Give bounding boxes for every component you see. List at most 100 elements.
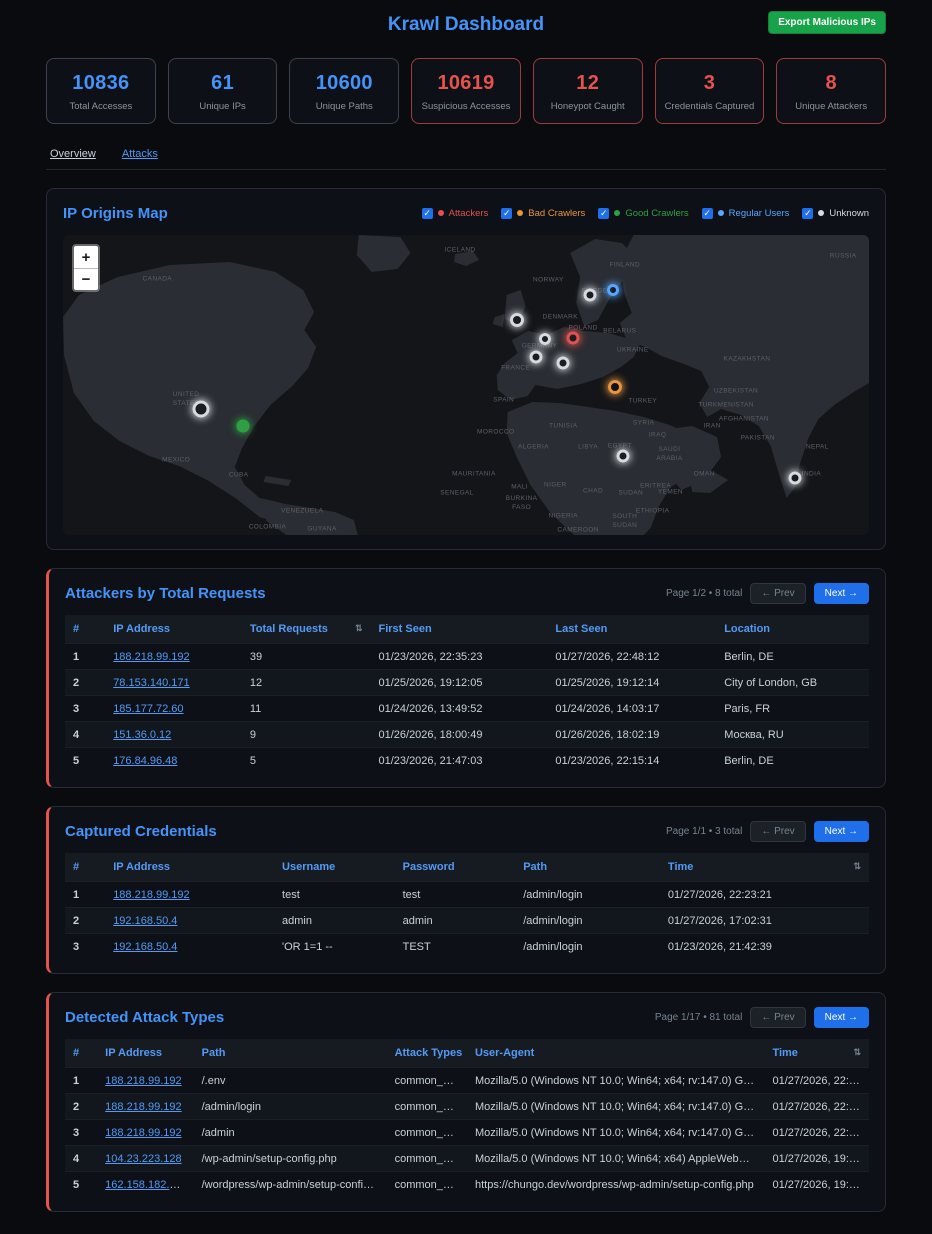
ip-link[interactable]: 188.218.99.192 bbox=[113, 651, 189, 663]
stat-card-unique-paths: 10600Unique Paths bbox=[289, 58, 399, 124]
ip-link[interactable]: 192.168.50.4 bbox=[113, 941, 177, 953]
col-header-time[interactable]: Time⇅ bbox=[660, 853, 869, 882]
prev-button[interactable]: ← Prev bbox=[750, 1007, 805, 1028]
col-header-username[interactable]: Username bbox=[274, 853, 395, 882]
ip-link[interactable]: 151.36.0.12 bbox=[113, 729, 171, 741]
next-button[interactable]: Next → bbox=[814, 821, 869, 842]
col-header-num[interactable]: # bbox=[65, 853, 105, 882]
ip-link[interactable]: 192.168.50.4 bbox=[113, 915, 177, 927]
legend-checkbox-icon[interactable]: ✓ bbox=[501, 208, 512, 219]
map-marker-attacker[interactable] bbox=[567, 332, 580, 345]
legend-item-good-crawlers[interactable]: ✓Good Crawlers bbox=[598, 208, 688, 219]
cell-user-agent: Mozilla/5.0 (Windows NT 10.0; Win64; x64… bbox=[467, 1068, 764, 1094]
ip-link[interactable]: 162.158.182.104 bbox=[105, 1179, 188, 1191]
page-indicator: Page 1/1 • 3 total bbox=[666, 826, 742, 837]
map-marker-unknown[interactable] bbox=[530, 351, 543, 364]
prev-button[interactable]: ← Prev bbox=[750, 583, 805, 604]
ip-link[interactable]: 185.177.72.60 bbox=[113, 703, 183, 715]
export-malicious-ips-button[interactable]: Export Malicious IPs bbox=[768, 11, 886, 34]
cell-ip-address: 176.84.96.48 bbox=[105, 748, 242, 774]
cell-num: 3 bbox=[65, 1120, 97, 1146]
ip-link[interactable]: 104.23.223.128 bbox=[105, 1153, 181, 1165]
cell-total-requests: 12 bbox=[242, 670, 371, 696]
cell-num: 4 bbox=[65, 1146, 97, 1172]
map-marker-unknown[interactable] bbox=[557, 357, 570, 370]
col-header-password[interactable]: Password bbox=[395, 853, 516, 882]
stat-value: 10600 bbox=[294, 72, 394, 95]
sort-icon[interactable]: ⇅ bbox=[853, 861, 861, 872]
map-marker-good-crawler[interactable] bbox=[236, 420, 249, 433]
map-marker-unknown[interactable] bbox=[788, 472, 801, 485]
next-button[interactable]: Next → bbox=[814, 1007, 869, 1028]
map-marker-unknown[interactable] bbox=[192, 401, 209, 418]
map-marker-unknown[interactable] bbox=[584, 289, 597, 302]
legend-item-bad-crawlers[interactable]: ✓Bad Crawlers bbox=[501, 208, 585, 219]
cell-num: 1 bbox=[65, 644, 105, 670]
map-panel: IP Origins Map ✓Attackers ✓Bad Crawlers ✓G… bbox=[46, 188, 886, 550]
legend-checkbox-icon[interactable]: ✓ bbox=[702, 208, 713, 219]
ip-link[interactable]: 188.218.99.192 bbox=[105, 1127, 181, 1139]
attack-types-title: Detected Attack Types bbox=[65, 1009, 224, 1026]
ip-link[interactable]: 188.218.99.192 bbox=[105, 1075, 181, 1087]
cell-last-seen: 01/27/2026, 22:48:12 bbox=[547, 644, 716, 670]
col-header-path[interactable]: Path bbox=[515, 853, 660, 882]
table-row: 4151.36.0.12901/26/2026, 18:00:4901/26/2… bbox=[65, 722, 869, 748]
cell-ip-address: 78.153.140.171 bbox=[105, 670, 242, 696]
col-header-user-agent[interactable]: User-Agent bbox=[467, 1039, 764, 1068]
tab-attacks[interactable]: Attacks bbox=[122, 148, 158, 160]
sort-icon[interactable]: ⇅ bbox=[355, 623, 363, 634]
zoom-out-button[interactable]: − bbox=[74, 268, 98, 290]
world-map-svg bbox=[63, 235, 869, 535]
col-header-ip-address[interactable]: IP Address bbox=[105, 615, 242, 644]
legend-checkbox-icon[interactable]: ✓ bbox=[598, 208, 609, 219]
map-marker-unknown[interactable] bbox=[539, 333, 551, 345]
ip-link[interactable]: 176.84.96.48 bbox=[113, 755, 177, 767]
cell-last-seen: 01/23/2026, 22:15:14 bbox=[547, 748, 716, 774]
ip-link[interactable]: 78.153.140.171 bbox=[113, 677, 189, 689]
col-header-path[interactable]: Path bbox=[194, 1039, 387, 1068]
col-header-ip-address[interactable]: IP Address bbox=[97, 1039, 193, 1068]
col-header-location[interactable]: Location bbox=[716, 615, 869, 644]
legend-item-regular-users[interactable]: ✓Regular Users bbox=[702, 208, 790, 219]
next-button[interactable]: Next → bbox=[814, 583, 869, 604]
col-header-attack-types[interactable]: Attack Types bbox=[387, 1039, 467, 1068]
tab-overview[interactable]: Overview bbox=[50, 148, 96, 160]
table-row: 3188.218.99.192/admincommon_probesMozill… bbox=[65, 1120, 869, 1146]
cell-ip-address: 188.218.99.192 bbox=[97, 1120, 193, 1146]
map-marker-unknown[interactable] bbox=[510, 313, 524, 327]
cell-time: 01/27/2026, 17:02:31 bbox=[660, 908, 869, 934]
cell-user-agent: Mozilla/5.0 (Windows NT 10.0; Win64; x64… bbox=[467, 1146, 764, 1172]
sort-icon[interactable]: ⇅ bbox=[853, 1047, 861, 1058]
map-marker-unknown[interactable] bbox=[616, 450, 629, 463]
page: Krawl Dashboard Export Malicious IPs 108… bbox=[0, 0, 932, 1234]
prev-button[interactable]: ← Prev bbox=[750, 821, 805, 842]
map-marker-bad-crawler[interactable] bbox=[608, 380, 622, 394]
col-header-last-seen[interactable]: Last Seen bbox=[547, 615, 716, 644]
table-row: 1188.218.99.192/.envcommon_probesMozilla… bbox=[65, 1068, 869, 1094]
world-map[interactable]: ICELANDRUSSIACANADANORWAYFINLANDSWEDENDE… bbox=[63, 235, 869, 535]
col-header-total-requests[interactable]: Total Requests⇅ bbox=[242, 615, 371, 644]
cell-time: 01/27/2026, 19:38:59 bbox=[764, 1146, 869, 1172]
col-header-num[interactable]: # bbox=[65, 1039, 97, 1068]
ip-link[interactable]: 188.218.99.192 bbox=[105, 1101, 181, 1113]
stat-card-unique-attackers: 8Unique Attackers bbox=[776, 58, 886, 124]
legend-item-attackers[interactable]: ✓Attackers bbox=[422, 208, 489, 219]
col-header-num[interactable]: # bbox=[65, 615, 105, 644]
col-header-ip-address[interactable]: IP Address bbox=[105, 853, 274, 882]
legend-checkbox-icon[interactable]: ✓ bbox=[422, 208, 433, 219]
col-header-time[interactable]: Time⇅ bbox=[764, 1039, 869, 1068]
cell-num: 5 bbox=[65, 1172, 97, 1198]
cell-last-seen: 01/25/2026, 19:12:14 bbox=[547, 670, 716, 696]
map-marker-regular[interactable] bbox=[607, 284, 619, 296]
legend-item-unknown[interactable]: ✓Unknown bbox=[802, 208, 869, 219]
cell-num: 2 bbox=[65, 1094, 97, 1120]
map-title: IP Origins Map bbox=[63, 205, 168, 222]
ip-link[interactable]: 188.218.99.192 bbox=[113, 889, 189, 901]
col-header-first-seen[interactable]: First Seen bbox=[370, 615, 547, 644]
table-row: 1188.218.99.1923901/23/2026, 22:35:2301/… bbox=[65, 644, 869, 670]
legend-checkbox-icon[interactable]: ✓ bbox=[802, 208, 813, 219]
attackers-panel: Attackers by Total Requests Page 1/2 • 8… bbox=[46, 568, 886, 788]
stat-card-honeypot-caught: 12Honeypot Caught bbox=[533, 58, 643, 124]
legend-dot-icon bbox=[818, 210, 824, 216]
zoom-in-button[interactable]: + bbox=[74, 246, 98, 268]
